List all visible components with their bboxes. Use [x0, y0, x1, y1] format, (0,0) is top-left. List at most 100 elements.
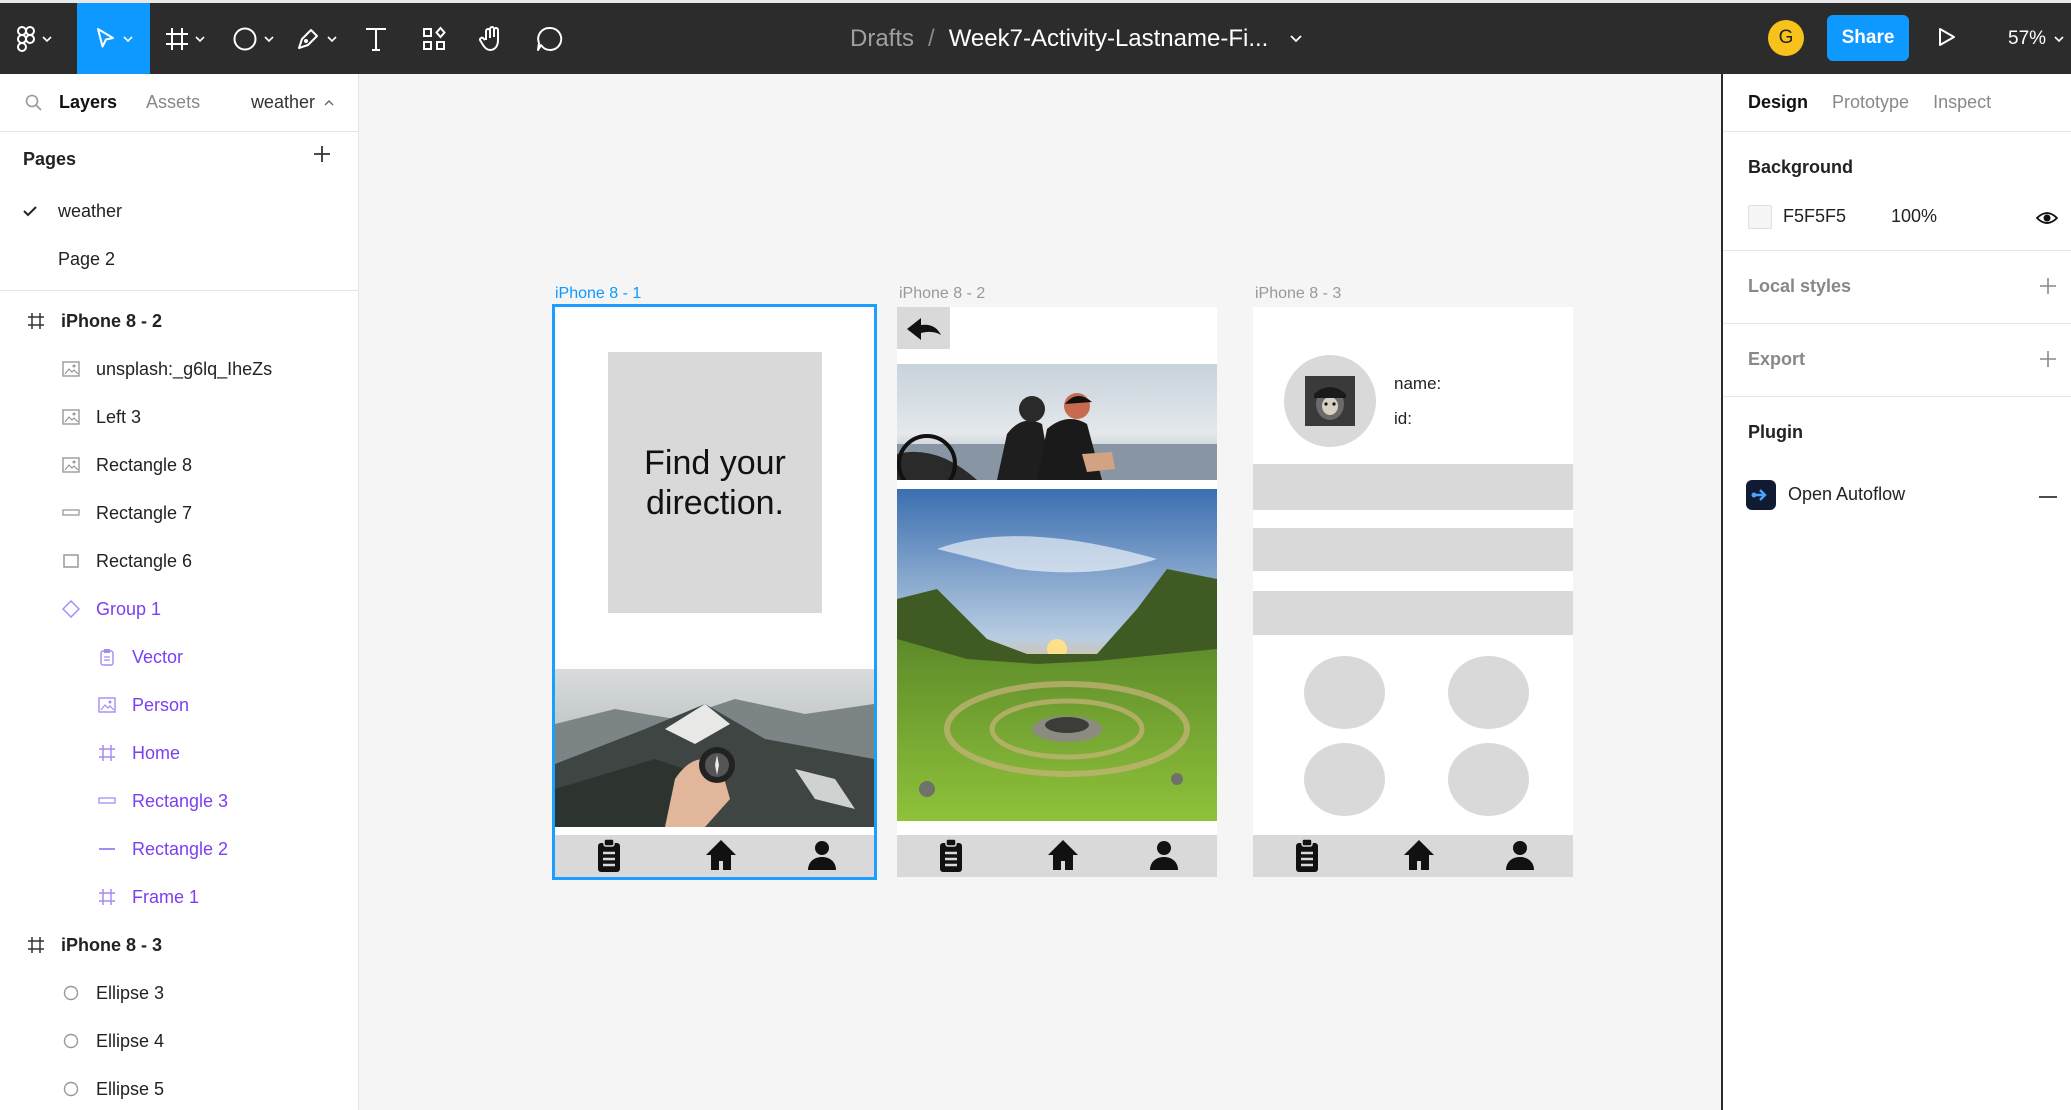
layer-item[interactable]: Frame 1 — [0, 873, 358, 921]
hand-tool-button[interactable] — [463, 3, 521, 74]
frame-tool-button[interactable] — [150, 3, 220, 74]
layer-item[interactable]: Ellipse 3 — [0, 969, 358, 1017]
home-icon[interactable] — [704, 838, 738, 872]
layer-item[interactable]: Rectangle 2 — [0, 825, 358, 873]
page-selector-label: weather — [250, 92, 315, 112]
layer-item[interactable]: Ellipse 5 — [0, 1065, 358, 1110]
play-icon — [1939, 28, 1955, 46]
breadcrumb-separator: / — [928, 24, 935, 52]
file-name[interactable]: Week7-Activity-Lastname-Fi... — [949, 25, 1269, 53]
frame-label[interactable]: iPhone 8 - 3 — [1255, 285, 1341, 303]
cursor-icon — [96, 27, 114, 47]
ellipse-placeholder — [1448, 656, 1529, 729]
layer-item[interactable]: Rectangle 6 — [0, 537, 358, 585]
present-button[interactable] — [1938, 27, 1956, 52]
chevron-up-icon — [324, 100, 334, 106]
layer-item[interactable]: Home — [0, 729, 358, 777]
add-style-icon[interactable] — [2039, 277, 2057, 295]
component-icon — [60, 600, 82, 618]
local-styles-section: Local styles — [1723, 251, 2071, 324]
tab-layers[interactable]: Layers — [59, 92, 117, 113]
color-swatch[interactable] — [1748, 205, 1772, 229]
iphone-frame-3[interactable]: name: id: — [1253, 307, 1573, 877]
frame-label[interactable]: iPhone 8 - 2 — [899, 285, 985, 303]
pages-header: Pages — [0, 132, 358, 187]
text-icon — [366, 27, 386, 51]
layer-item[interactable]: Rectangle 8 — [0, 441, 358, 489]
person-icon[interactable] — [1505, 838, 1535, 872]
right-panel-tabs: Design Prototype Inspect — [1723, 74, 2071, 132]
layer-label: Rectangle 8 — [96, 454, 193, 475]
iphone-frame-2[interactable] — [897, 307, 1217, 877]
chevron-down-icon[interactable] — [1290, 34, 1302, 43]
page-label: weather — [58, 200, 123, 221]
page-item-page-2[interactable]: Page 2 — [0, 235, 358, 283]
image-icon — [60, 409, 82, 425]
eye-icon[interactable] — [2036, 210, 2058, 226]
tab-prototype[interactable]: Prototype — [1832, 92, 1909, 113]
pen-tool-button[interactable] — [285, 3, 347, 74]
breadcrumb-drafts[interactable]: Drafts — [850, 25, 914, 53]
valley-photo — [897, 489, 1217, 821]
background-hex[interactable]: F5F5F5 — [1783, 206, 1846, 227]
plugin-name[interactable]: Open Autoflow — [1788, 484, 1905, 505]
search-icon[interactable] — [25, 94, 43, 112]
layer-item[interactable]: iPhone 8 - 3 — [0, 921, 358, 969]
add-page-icon[interactable] — [312, 144, 332, 164]
remove-plugin-icon[interactable] — [2039, 495, 2057, 499]
add-export-icon[interactable] — [2039, 350, 2057, 368]
figma-logo-icon — [16, 25, 35, 52]
person-icon[interactable] — [1149, 838, 1179, 872]
comment-tool-button[interactable] — [521, 3, 579, 74]
page-selector[interactable]: weather — [251, 92, 334, 113]
layer-item[interactable]: Ellipse 4 — [0, 1017, 358, 1065]
frame-label[interactable]: iPhone 8 - 1 — [555, 285, 641, 303]
person-icon[interactable] — [807, 838, 837, 872]
back-button[interactable] — [897, 307, 950, 349]
rectangle-icon — [60, 553, 82, 569]
back-arrow-icon — [907, 318, 941, 340]
export-title: Export — [1748, 349, 1806, 369]
layer-item[interactable]: Rectangle 3 — [0, 777, 358, 825]
tab-assets[interactable]: Assets — [146, 92, 200, 113]
layer-item[interactable]: unsplash:_g6lq_IheZs — [0, 345, 358, 393]
layer-item[interactable]: Person — [0, 681, 358, 729]
layer-label: Left 3 — [96, 406, 142, 427]
home-icon[interactable] — [1046, 838, 1080, 872]
layer-item[interactable]: Rectangle 7 — [0, 489, 358, 537]
clipboard-icon[interactable] — [595, 838, 623, 874]
iphone-frame-1[interactable]: Find your direction. — [552, 304, 877, 880]
ellipse-placeholder — [1304, 656, 1385, 729]
share-button[interactable]: Share — [1827, 15, 1909, 61]
move-tool-button[interactable] — [77, 3, 150, 74]
page-item-weather[interactable]: weather — [0, 187, 358, 235]
resources-button[interactable] — [405, 3, 463, 74]
text-tool-button[interactable] — [347, 3, 405, 74]
chevron-down-icon — [195, 35, 205, 42]
tab-inspect[interactable]: Inspect — [1933, 92, 1991, 113]
autoflow-icon — [1746, 480, 1776, 510]
layer-label: Rectangle 2 — [132, 838, 229, 859]
plugin-title: Plugin — [1748, 422, 1803, 442]
clipboard-icon[interactable] — [1293, 838, 1321, 874]
profile-avatar — [1284, 355, 1376, 447]
tab-design[interactable]: Design — [1748, 92, 1808, 113]
properties-panel: Design Prototype Inspect Background F5F5… — [1721, 74, 2071, 1110]
home-icon[interactable] — [1402, 838, 1436, 872]
layer-label: iPhone 8 - 3 — [61, 934, 163, 955]
page-label: Page 2 — [58, 248, 116, 269]
layer-item[interactable]: Group 1 — [0, 585, 358, 633]
background-opacity[interactable]: 100% — [1891, 206, 1937, 227]
canvas[interactable]: iPhone 8 - 1 iPhone 8 - 2 iPhone 8 - 3 F… — [359, 74, 1721, 1110]
breadcrumb: Drafts / Week7-Activity-Lastname-Fi... — [850, 3, 1302, 74]
layer-item[interactable]: iPhone 8 - 2 — [0, 297, 358, 345]
layer-item[interactable]: Vector — [0, 633, 358, 681]
main-menu-button[interactable] — [0, 3, 67, 74]
layer-item[interactable]: Left 3 — [0, 393, 358, 441]
shape-tool-button[interactable] — [220, 3, 285, 74]
divider — [0, 290, 358, 291]
frame-icon — [96, 888, 118, 906]
clipboard-icon[interactable] — [937, 838, 965, 874]
avatar[interactable]: G — [1768, 20, 1804, 56]
zoom-control[interactable]: 57% — [2008, 3, 2064, 74]
